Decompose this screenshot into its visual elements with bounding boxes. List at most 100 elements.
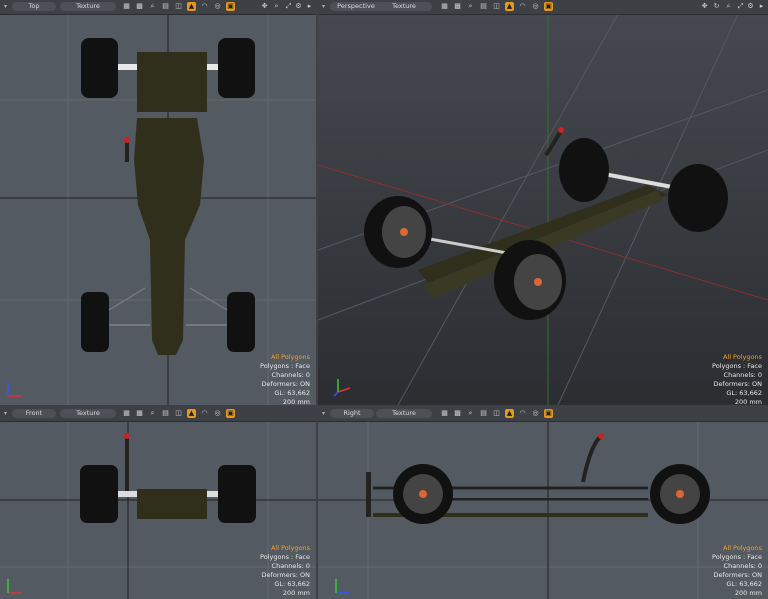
- view-type-dropdown[interactable]: Front: [12, 409, 56, 418]
- stats-selection: All Polygons: [722, 353, 762, 361]
- view-type-dropdown[interactable]: Right: [330, 409, 374, 418]
- viewport-perspective[interactable]: ▾ Perspective Texture ▦ ▩ ⌕ ▤ ◫ ▲ ◠ ◎ ▣ …: [318, 0, 768, 405]
- layers-icon[interactable]: ▤: [161, 2, 170, 11]
- stats-channels: Channels: 0: [271, 562, 310, 570]
- active-tool-icon[interactable]: ▣: [544, 409, 553, 418]
- viewport-right-toolbar: ▾ Right Texture ▦ ▩ ⌕ ▤ ◫ ▲ ◠ ◎ ▣: [318, 407, 768, 422]
- wireframe-icon[interactable]: ▩: [135, 409, 144, 418]
- stats-selection: All Polygons: [270, 353, 310, 361]
- active-tool-icon[interactable]: ▣: [226, 409, 235, 418]
- top-view-scene: [0, 14, 316, 405]
- shading-dropdown[interactable]: Texture: [60, 409, 116, 418]
- grid-icon[interactable]: ▦: [122, 2, 131, 11]
- fit-view-icon[interactable]: ⤢: [736, 2, 745, 11]
- viewport-stats: All Polygons Polygons : Face Channels: 0…: [712, 353, 762, 405]
- camera-icon[interactable]: ◠: [200, 2, 209, 11]
- viewport-stats: All Polygons Polygons : Face Channels: 0…: [260, 544, 310, 598]
- stats-deformers: Deformers: ON: [713, 571, 762, 579]
- stats-scale: 200 mm: [282, 589, 310, 597]
- layers-icon[interactable]: ▤: [479, 409, 488, 418]
- stats-gl: GL: 63,662: [274, 580, 310, 588]
- zoom-view-icon[interactable]: ⌕: [272, 2, 281, 11]
- shading-dropdown[interactable]: Texture: [376, 409, 432, 418]
- chevron-right-icon[interactable]: ▸: [757, 2, 766, 11]
- grid-icon[interactable]: ▦: [440, 2, 449, 11]
- active-tool-icon[interactable]: ▣: [226, 2, 235, 11]
- search-icon[interactable]: ⌕: [466, 2, 475, 11]
- stats-gl: GL: 63,662: [726, 389, 762, 397]
- shading-dropdown[interactable]: Texture: [376, 2, 432, 11]
- gear-icon[interactable]: ⚙: [746, 2, 755, 11]
- light-icon[interactable]: ▲: [187, 2, 196, 11]
- viewport-stats: All Polygons Polygons : Face Channels: 0…: [712, 544, 762, 598]
- stats-scale: 200 mm: [282, 398, 310, 405]
- camera-icon[interactable]: ◠: [518, 409, 527, 418]
- viewport-perspective-toolbar: ▾ Perspective Texture ▦ ▩ ⌕ ▤ ◫ ▲ ◠ ◎ ▣ …: [318, 0, 768, 15]
- viewport-stats: All Polygons Polygons : Face Channels: 0…: [260, 353, 310, 405]
- view-type-dropdown[interactable]: Top: [12, 2, 56, 11]
- stats-deformers: Deformers: ON: [261, 380, 310, 388]
- texture-icon[interactable]: ◫: [174, 2, 183, 11]
- search-icon[interactable]: ⌕: [148, 409, 157, 418]
- render-icon[interactable]: ◎: [531, 2, 540, 11]
- viewport-menu-caret[interactable]: ▾: [4, 410, 7, 417]
- stats-deformers: Deformers: ON: [713, 380, 762, 388]
- fit-view-icon[interactable]: ⤢: [284, 2, 293, 11]
- active-tool-icon[interactable]: ▣: [544, 2, 553, 11]
- viewport-menu-caret[interactable]: ▾: [4, 3, 7, 10]
- axis-gizmo-icon: [333, 379, 351, 397]
- shading-dropdown[interactable]: Texture: [60, 2, 116, 11]
- viewport-top-toolbar: ▾ Top Texture ▦ ▩ ⌕ ▤ ◫ ▲ ◠ ◎ ▣ ✥ ⌕ ⤢ ⚙ …: [0, 0, 316, 15]
- texture-icon[interactable]: ◫: [492, 2, 501, 11]
- gear-icon[interactable]: ⚙: [294, 2, 303, 11]
- layers-icon[interactable]: ▤: [479, 2, 488, 11]
- axis-gizmo-icon: [7, 382, 22, 397]
- stats-deformers: Deformers: ON: [261, 571, 310, 579]
- wireframe-icon[interactable]: ▩: [453, 409, 462, 418]
- stats-gl: GL: 63,662: [726, 580, 762, 588]
- stats-channels: Channels: 0: [723, 371, 762, 379]
- wireframe-icon[interactable]: ▩: [453, 2, 462, 11]
- viewport-menu-caret[interactable]: ▾: [322, 3, 325, 10]
- viewport-menu-caret[interactable]: ▾: [322, 410, 325, 417]
- stats-channels: Channels: 0: [271, 371, 310, 379]
- render-icon[interactable]: ◎: [213, 409, 222, 418]
- grid-icon[interactable]: ▦: [122, 409, 131, 418]
- stats-channels: Channels: 0: [723, 562, 762, 570]
- move-view-icon[interactable]: ✥: [260, 2, 269, 11]
- perspective-view-scene: [318, 13, 768, 405]
- light-icon[interactable]: ▲: [505, 409, 514, 418]
- viewport-top[interactable]: ▾ Top Texture ▦ ▩ ⌕ ▤ ◫ ▲ ◠ ◎ ▣ ✥ ⌕ ⤢ ⚙ …: [0, 0, 316, 405]
- right-view-scene: [318, 421, 768, 599]
- axis-gizmo-icon: [7, 579, 22, 594]
- move-view-icon[interactable]: ✥: [700, 2, 709, 11]
- wireframe-icon[interactable]: ▩: [135, 2, 144, 11]
- stats-selection: All Polygons: [270, 544, 310, 552]
- viewport-right[interactable]: ▾ Right Texture ▦ ▩ ⌕ ▤ ◫ ▲ ◠ ◎ ▣ All Po…: [318, 407, 768, 599]
- viewport-front-toolbar: ▾ Front Texture ▦ ▩ ⌕ ▤ ◫ ▲ ◠ ◎ ▣: [0, 407, 316, 422]
- render-icon[interactable]: ◎: [213, 2, 222, 11]
- stats-polygons: Polygons : Face: [712, 362, 762, 370]
- camera-icon[interactable]: ◠: [200, 409, 209, 418]
- stats-polygons: Polygons : Face: [712, 553, 762, 561]
- chevron-right-icon[interactable]: ▸: [305, 2, 314, 11]
- texture-icon[interactable]: ◫: [174, 409, 183, 418]
- render-icon[interactable]: ◎: [531, 409, 540, 418]
- stats-scale: 200 mm: [734, 398, 762, 405]
- camera-icon[interactable]: ◠: [518, 2, 527, 11]
- axis-gizmo-icon: [335, 579, 350, 594]
- light-icon[interactable]: ▲: [505, 2, 514, 11]
- viewport-front[interactable]: ▾ Front Texture ▦ ▩ ⌕ ▤ ◫ ▲ ◠ ◎ ▣ All Po…: [0, 407, 316, 599]
- view-type-dropdown[interactable]: Perspective: [330, 2, 382, 11]
- light-icon[interactable]: ▲: [187, 409, 196, 418]
- stats-scale: 200 mm: [734, 589, 762, 597]
- texture-icon[interactable]: ◫: [492, 409, 501, 418]
- stats-polygons: Polygons : Face: [260, 362, 310, 370]
- layers-icon[interactable]: ▤: [161, 409, 170, 418]
- grid-icon[interactable]: ▦: [440, 409, 449, 418]
- zoom-view-icon[interactable]: ⌕: [724, 2, 733, 11]
- rotate-view-icon[interactable]: ↻: [712, 2, 721, 11]
- search-icon[interactable]: ⌕: [466, 409, 475, 418]
- stats-selection: All Polygons: [722, 544, 762, 552]
- search-icon[interactable]: ⌕: [148, 2, 157, 11]
